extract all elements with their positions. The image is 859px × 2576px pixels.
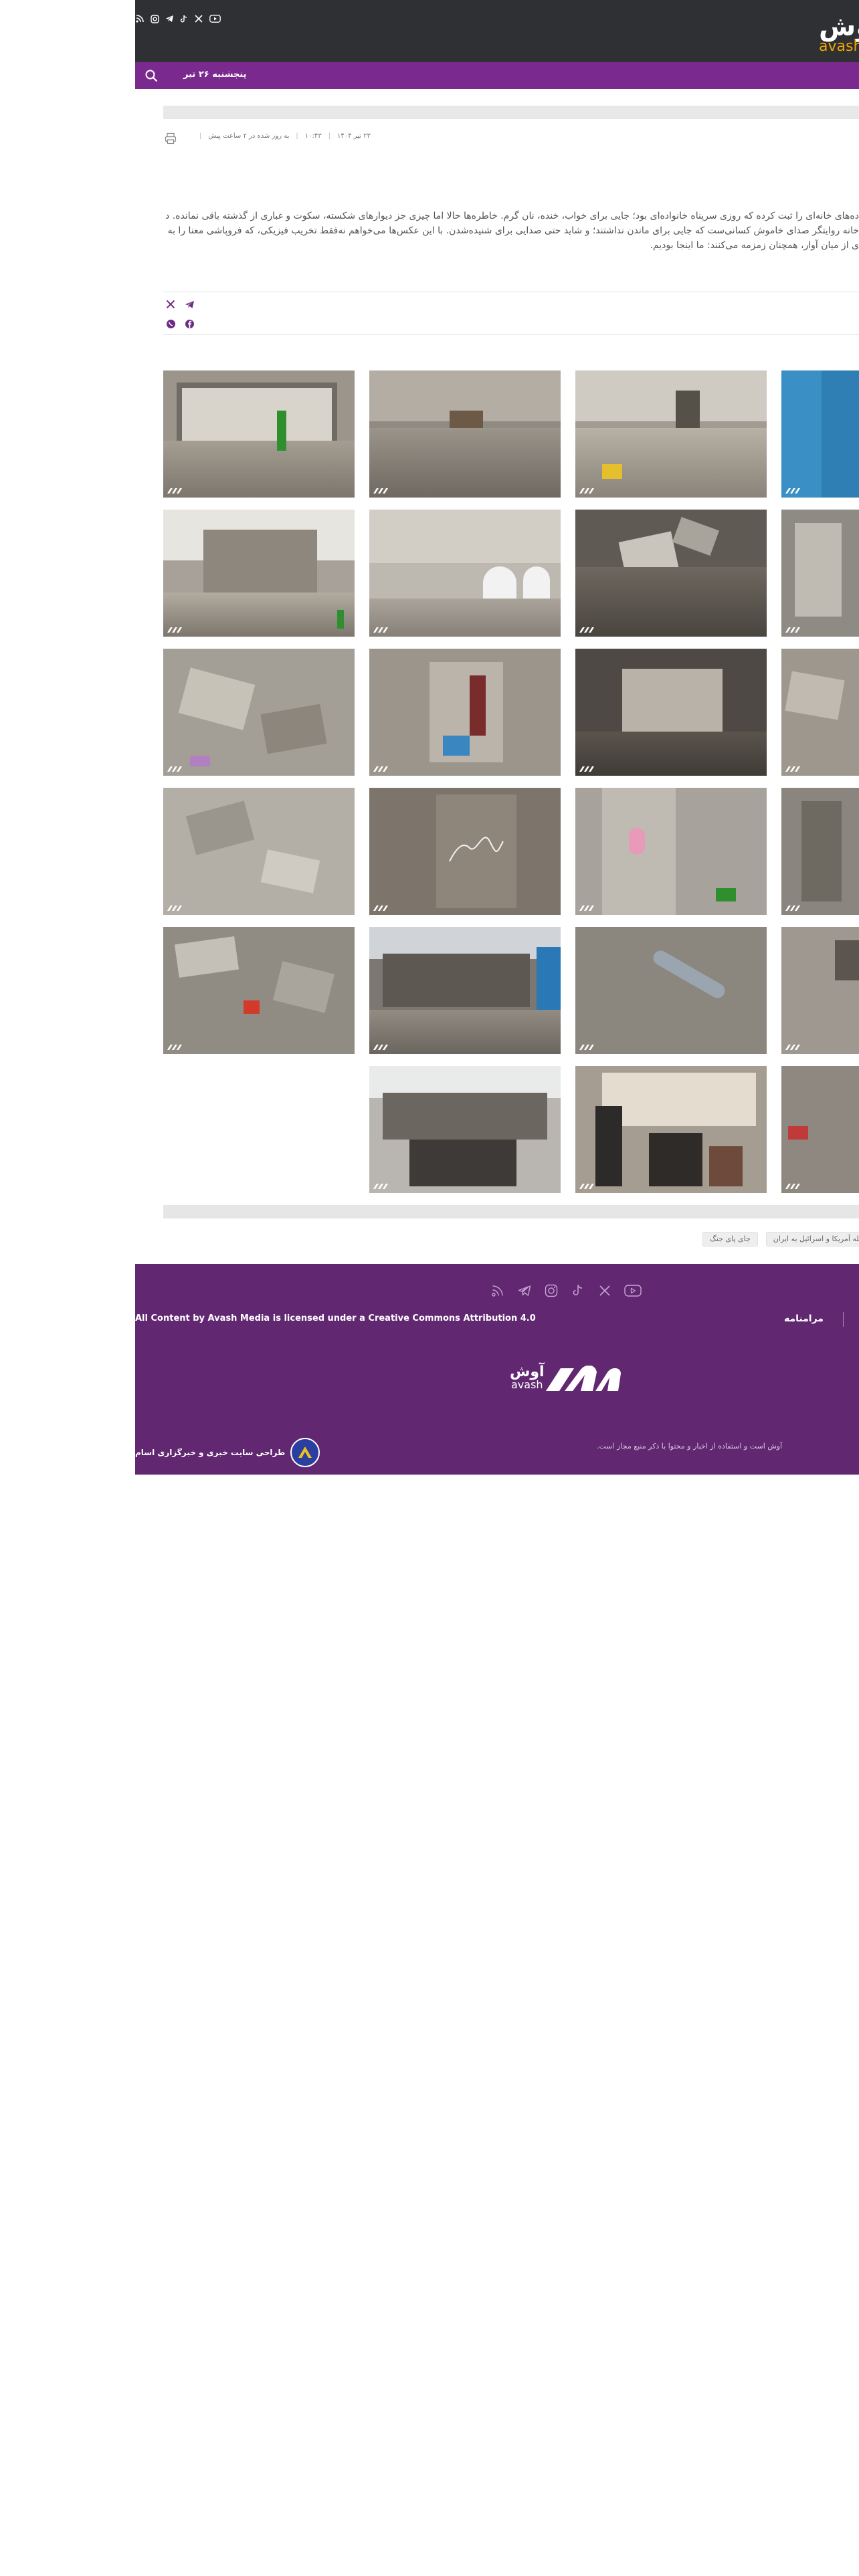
header-social-links [135, 12, 221, 25]
gallery-photo[interactable] [781, 510, 859, 637]
x-icon[interactable] [597, 1283, 613, 1299]
article-title-bar [163, 106, 859, 119]
footer-logo[interactable]: آوش avash [510, 1364, 630, 1394]
gallery-photo[interactable] [575, 927, 767, 1054]
youtube-icon[interactable] [209, 14, 221, 23]
x-icon[interactable] [165, 298, 177, 310]
article-meta: ۲۳ تیر ۱۴۰۴ | ۱۰:۴۳ | به روز شده در ۲ سا… [199, 132, 371, 140]
facebook-icon[interactable] [183, 318, 195, 330]
tiktok-icon[interactable] [570, 1283, 586, 1299]
instagram-icon[interactable] [150, 14, 159, 23]
gallery-photo[interactable] [369, 788, 561, 915]
rss-icon[interactable] [135, 14, 145, 23]
current-date: پنجشنبه ۲۶ تیر [183, 70, 247, 80]
gallery-photo[interactable] [163, 370, 355, 498]
x-icon[interactable] [194, 14, 203, 23]
gallery-photo[interactable] [369, 927, 561, 1054]
gallery-photo[interactable] [575, 510, 767, 637]
gallery-photo[interactable] [575, 788, 767, 915]
gallery-photo[interactable] [163, 927, 355, 1054]
site-footer: All Content by Avash Media is licensed u… [135, 1264, 859, 1475]
copyright-notice: آوش است و استفاده از اخبار و محتوا با ذک… [597, 1442, 783, 1451]
gallery-photo[interactable] [781, 370, 859, 498]
gallery-photo[interactable] [575, 1066, 767, 1193]
telegram-icon[interactable] [183, 298, 195, 310]
footer-social-links [490, 1283, 642, 1299]
share-divider-bottom [163, 334, 859, 335]
gallery-photo[interactable] [163, 649, 355, 776]
article-lead: ده‌های خانه‌ای را ثبت کرده که روزی سرپنا… [166, 209, 859, 253]
publish-time: ۱۰:۴۳ [304, 132, 322, 140]
logo-text-en: avash [819, 38, 859, 55]
gallery-photo[interactable] [369, 649, 561, 776]
gallery-footer-bar [163, 1205, 859, 1218]
license-text: All Content by Avash Media is licensed u… [135, 1313, 536, 1323]
page: آوش avash پنجشنبه ۲۶ تیر ۲۳ تیر ۱۴۰۴ | ۱… [0, 0, 859, 2576]
share-links [165, 298, 198, 332]
meta-separator: | [296, 132, 298, 140]
gallery-photo[interactable] [575, 370, 767, 498]
tag-link[interactable]: جای پای جنگ [702, 1232, 758, 1247]
photo-gallery [163, 370, 859, 1193]
footer-link-charter[interactable]: مرامنامه [784, 1313, 824, 1324]
lead-line: ی از میان آوار، همچنان زمزمه می‌کنند: ما… [650, 240, 859, 251]
gallery-photo[interactable] [781, 1066, 859, 1193]
telegram-icon[interactable] [165, 14, 174, 23]
footer-nav-divider [843, 1312, 844, 1327]
site-frame: آوش avash پنجشنبه ۲۶ تیر ۲۳ تیر ۱۴۰۴ | ۱… [135, 0, 859, 1475]
gallery-photo[interactable] [781, 927, 859, 1054]
designer-logo-icon [290, 1438, 320, 1467]
article-tags: حمله آمریکا و اسرائیل به ایران جای پای ج… [702, 1232, 859, 1247]
print-icon[interactable] [165, 132, 177, 144]
gallery-photo[interactable] [163, 788, 355, 915]
main-nav: پنجشنبه ۲۶ تیر [135, 62, 859, 89]
meta-separator: | [328, 132, 330, 140]
gallery-photo[interactable] [369, 510, 561, 637]
rss-icon[interactable] [490, 1283, 506, 1299]
gallery-photo[interactable] [781, 788, 859, 915]
whatsapp-icon[interactable] [165, 318, 177, 330]
gallery-photo[interactable] [781, 649, 859, 776]
youtube-icon[interactable] [624, 1283, 642, 1299]
gallery-photo[interactable] [575, 649, 767, 776]
site-logo[interactable]: آوش avash [819, 11, 859, 55]
updated-time: به روز شده در ۲ ساعت پیش [208, 132, 290, 140]
telegram-icon[interactable] [516, 1283, 533, 1299]
tiktok-icon[interactable] [179, 14, 189, 23]
publish-date: ۲۳ تیر ۱۴۰۴ [337, 132, 371, 140]
lead-line: ده‌های خانه‌ای را ثبت کرده که روزی سرپنا… [166, 211, 859, 221]
lead-line: خانه روایتگر صدای خاموش کسانی‌ست که جایی… [167, 225, 859, 236]
gallery-photo[interactable] [369, 1066, 561, 1193]
logo-text-fa: آوش [819, 11, 859, 42]
logo-mark-icon [546, 1366, 621, 1391]
designer-credit[interactable]: طراحی سایت خبری و خبرگزاری اسام [135, 1438, 320, 1467]
tag-link[interactable]: حمله آمریکا و اسرائیل به ایران [765, 1232, 859, 1247]
site-header: آوش avash [135, 0, 859, 62]
footer-logo-en: avash [511, 1378, 543, 1391]
instagram-icon[interactable] [543, 1283, 559, 1299]
designer-text: طراحی سایت خبری و خبرگزاری اسام [135, 1448, 286, 1457]
gallery-photo[interactable] [163, 510, 355, 637]
meta-separator: | [199, 132, 202, 140]
gallery-photo[interactable] [369, 370, 561, 498]
search-button[interactable] [143, 68, 159, 84]
search-icon [145, 70, 158, 82]
